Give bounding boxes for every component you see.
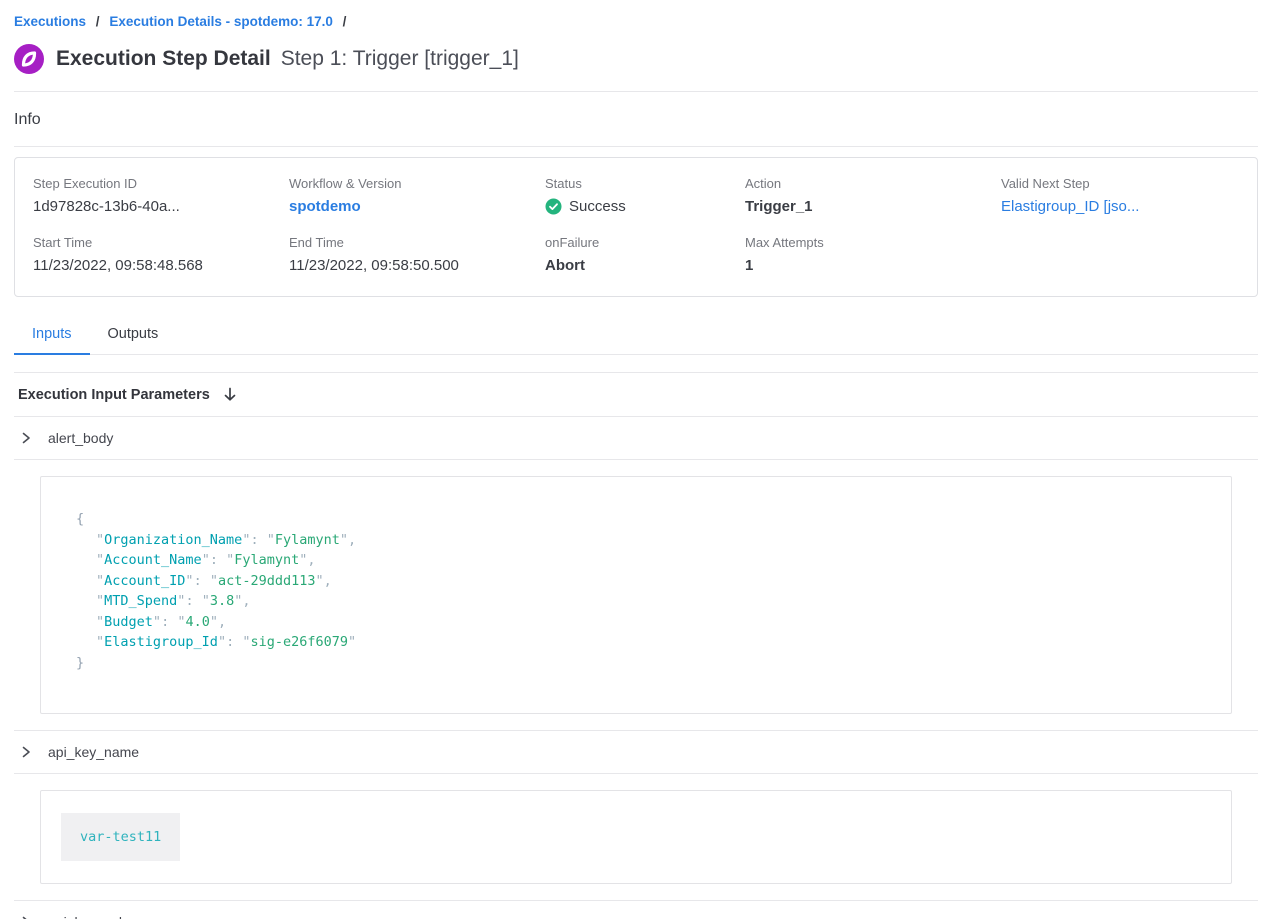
info-section-title: Info [14,111,1258,129]
info-field-onfailure: onFailure Abort [545,235,745,274]
chevron-right-icon [20,915,32,919]
info-field-step-execution-id: Step Execution ID 1d97828c-13b6-40a... [33,176,289,215]
tab-inputs[interactable]: Inputs [14,315,90,355]
info-field-end-time: End Time 11/23/2022, 09:58:50.500 [289,235,545,274]
section-name-api-key-value: api_key_value [48,914,138,919]
section-header-alert-body[interactable]: alert_body [14,417,1258,460]
breadcrumb-separator: / [96,14,100,29]
execution-input-parameters-header: Execution Input Parameters [14,372,1258,417]
field-label: Status [545,176,745,191]
header-divider [14,91,1258,92]
info-field-max-attempts: Max Attempts 1 [745,235,1001,274]
params-title: Execution Input Parameters [18,387,210,403]
field-label: End Time [289,235,545,250]
section-name-alert-body: alert_body [48,430,113,446]
json-entry: MTD_Spend3.8 [76,591,1215,612]
alert-body-json-viewer: Organization_NameFylamynt Account_NameFy… [40,476,1232,714]
api-key-name-value-box: var-test11 [40,790,1232,884]
json-close-brace [76,653,1215,674]
chevron-right-icon [20,745,32,759]
valid-next-step-link[interactable]: Elastigroup_ID [jso... [1001,198,1239,215]
info-field-action: Action Trigger_1 [745,176,1001,215]
info-divider [14,146,1258,147]
json-entry: Account_NameFylamynt [76,550,1215,571]
json-entry: Account_IDact-29ddd113 [76,571,1215,592]
json-entry: Elastigroup_Idsig-e26f6079 [76,632,1215,653]
chevron-right-icon [20,431,32,445]
info-field-status: Status Success [545,176,745,215]
breadcrumb-execution-details[interactable]: Execution Details - spotdemo: 17.0 [109,14,333,29]
breadcrumb-executions[interactable]: Executions [14,14,86,29]
arrow-down-icon[interactable] [222,386,238,403]
field-label: Workflow & Version [289,176,545,191]
field-label: Action [745,176,1001,191]
info-field-start-time: Start Time 11/23/2022, 09:58:48.568 [33,235,289,274]
json-open-brace [76,509,1215,530]
end-time-value: 11/23/2022, 09:58:50.500 [289,257,545,274]
workflow-logo-icon [14,44,44,74]
info-field-empty [1001,235,1239,274]
breadcrumb-separator: / [343,14,347,29]
status-value: Success [569,198,626,215]
api-key-name-value: var-test11 [61,813,180,861]
info-card: Step Execution ID 1d97828c-13b6-40a... W… [14,157,1258,297]
info-field-workflow-version: Workflow & Version spotdemo [289,176,545,215]
section-header-api-key-value[interactable]: api_key_value [14,901,1258,919]
action-value: Trigger_1 [745,198,1001,215]
field-label: Valid Next Step [1001,176,1239,191]
success-check-icon [545,198,562,215]
section-header-api-key-name[interactable]: api_key_name [14,731,1258,774]
tab-bar: Inputs Outputs [14,315,1258,355]
execution-step-detail-page: Executions / Execution Details - spotdem… [0,0,1272,919]
field-label: onFailure [545,235,745,250]
tab-outputs[interactable]: Outputs [90,315,177,354]
start-time-value: 11/23/2022, 09:58:48.568 [33,257,289,274]
breadcrumb: Executions / Execution Details - spotdem… [14,0,1258,29]
json-entry: Organization_NameFylamynt [76,530,1215,551]
max-attempts-value: 1 [745,257,1001,274]
json-entry: Budget4.0 [76,612,1215,633]
field-label: Max Attempts [745,235,1001,250]
page-title: Execution Step Detail [56,47,271,71]
workflow-version-link[interactable]: spotdemo [289,198,545,215]
page-header: Execution Step Detail Step 1: Trigger [t… [14,44,1258,74]
api-key-name-content-wrap: var-test11 [14,774,1258,901]
field-label: Start Time [33,235,289,250]
step-execution-id-value: 1d97828c-13b6-40a... [33,198,289,215]
page-subtitle: Step 1: Trigger [trigger_1] [281,47,519,71]
section-name-api-key-name: api_key_name [48,744,139,760]
alert-body-content-wrap: Organization_NameFylamynt Account_NameFy… [14,460,1258,731]
info-field-valid-next-step: Valid Next Step Elastigroup_ID [jso... [1001,176,1239,215]
field-label: Step Execution ID [33,176,289,191]
onfailure-value: Abort [545,257,745,274]
